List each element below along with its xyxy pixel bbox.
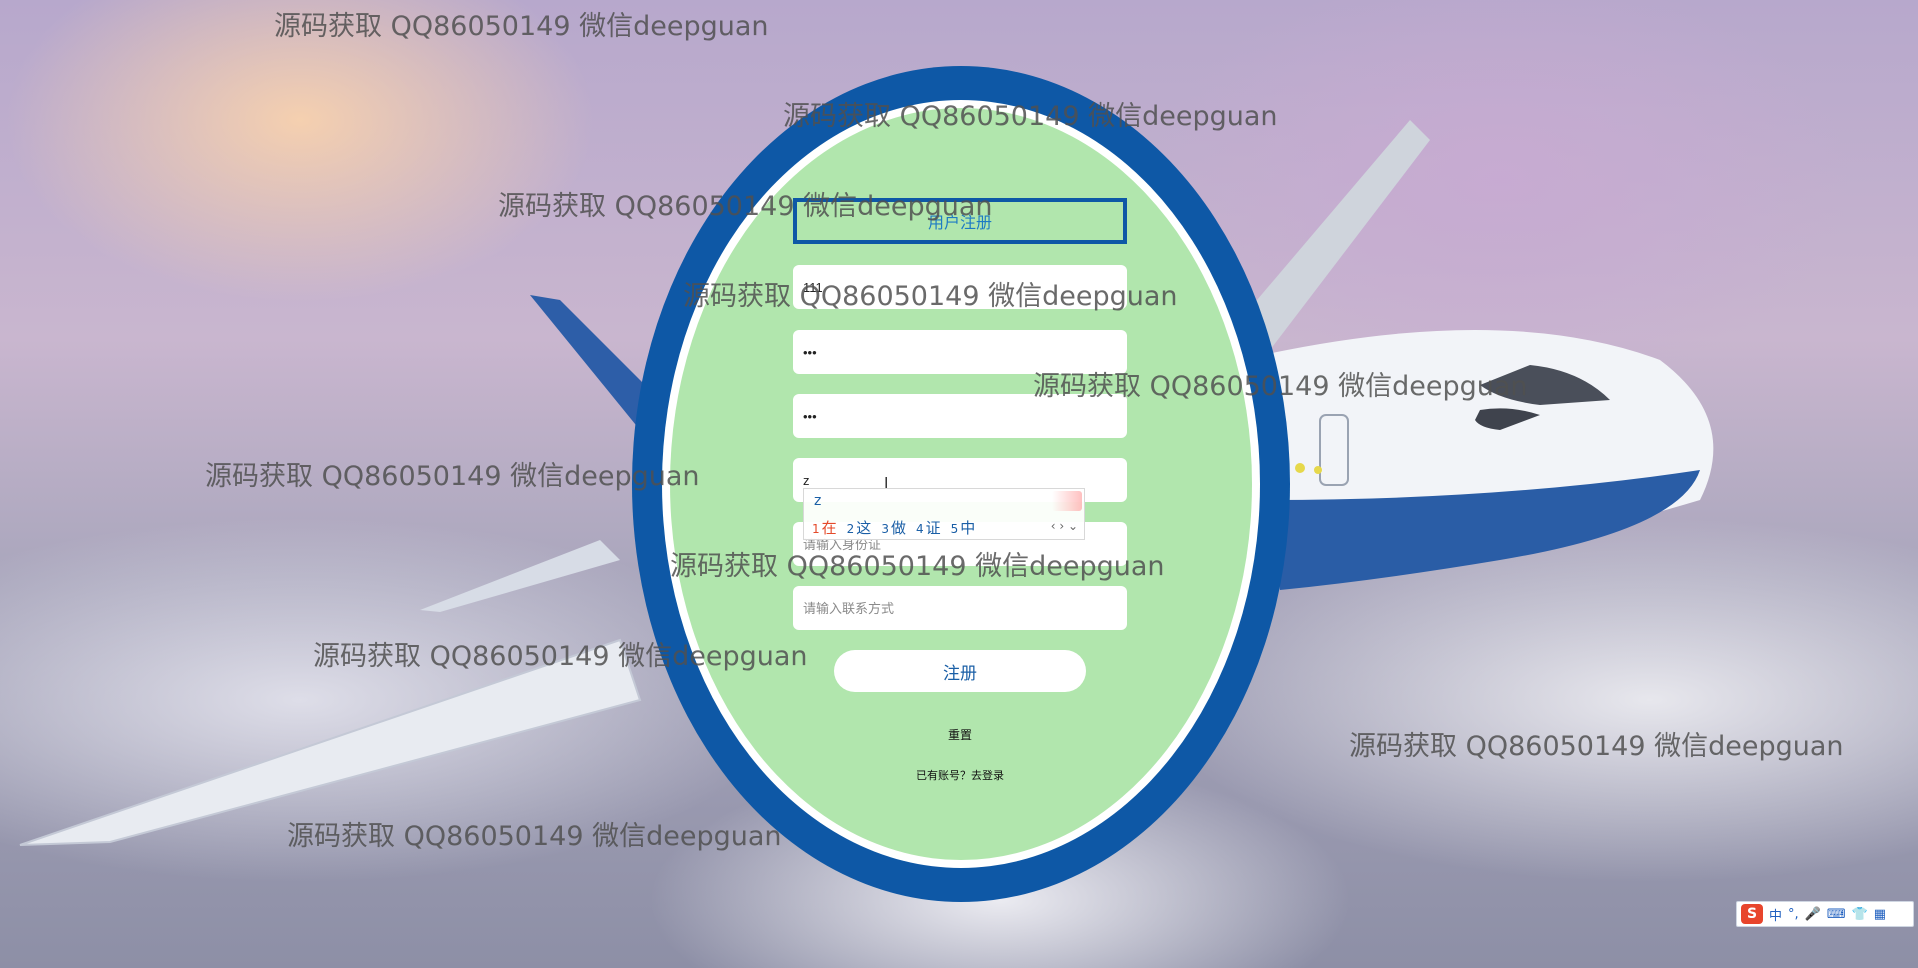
ime-page-nav[interactable]: ‹ › ⌄ [1051, 519, 1078, 533]
punctuation-toggle[interactable]: °, [1788, 907, 1799, 922]
login-link[interactable]: 已有账号？去登录 [860, 767, 1060, 783]
ime-logo-icon [1052, 491, 1082, 511]
ime-mode-toggle[interactable]: 中 [1769, 905, 1782, 924]
text-cursor-icon: I [884, 475, 889, 492]
sogou-logo-icon[interactable]: S [1741, 904, 1763, 924]
register-title-box: 用户注册 [793, 198, 1127, 244]
ime-composition: z [814, 493, 822, 509]
register-button[interactable]: 注册 [834, 650, 1086, 692]
username-field[interactable] [793, 265, 1127, 309]
ime-candidate[interactable]: 4证 [916, 517, 941, 538]
microphone-icon[interactable]: 🎤 [1805, 907, 1821, 922]
password-field[interactable] [793, 330, 1127, 374]
grid-icon[interactable]: ▦ [1874, 907, 1886, 922]
phone-field[interactable] [793, 586, 1127, 630]
ime-candidate[interactable]: 5中 [951, 517, 976, 538]
ime-candidate[interactable]: 2这 [847, 517, 872, 538]
ime-candidate[interactable]: 3做 [881, 517, 906, 538]
page-title: 用户注册 [927, 215, 992, 232]
ime-candidate-popup: z 1在 2这 3做 4证 5中 ‹ › ⌄ [803, 488, 1085, 540]
reset-link[interactable]: 重置 [920, 726, 1000, 743]
keyboard-icon[interactable]: ⌨ [1827, 907, 1846, 922]
confirm-password-field[interactable] [793, 394, 1127, 438]
ime-candidates: 1在 2这 3做 4证 5中 [812, 517, 975, 538]
ime-toolbar[interactable]: S 中 °, 🎤 ⌨ 👕 ▦ [1736, 901, 1914, 927]
ime-candidate[interactable]: 1在 [812, 517, 837, 538]
shirt-icon[interactable]: 👕 [1852, 907, 1868, 922]
